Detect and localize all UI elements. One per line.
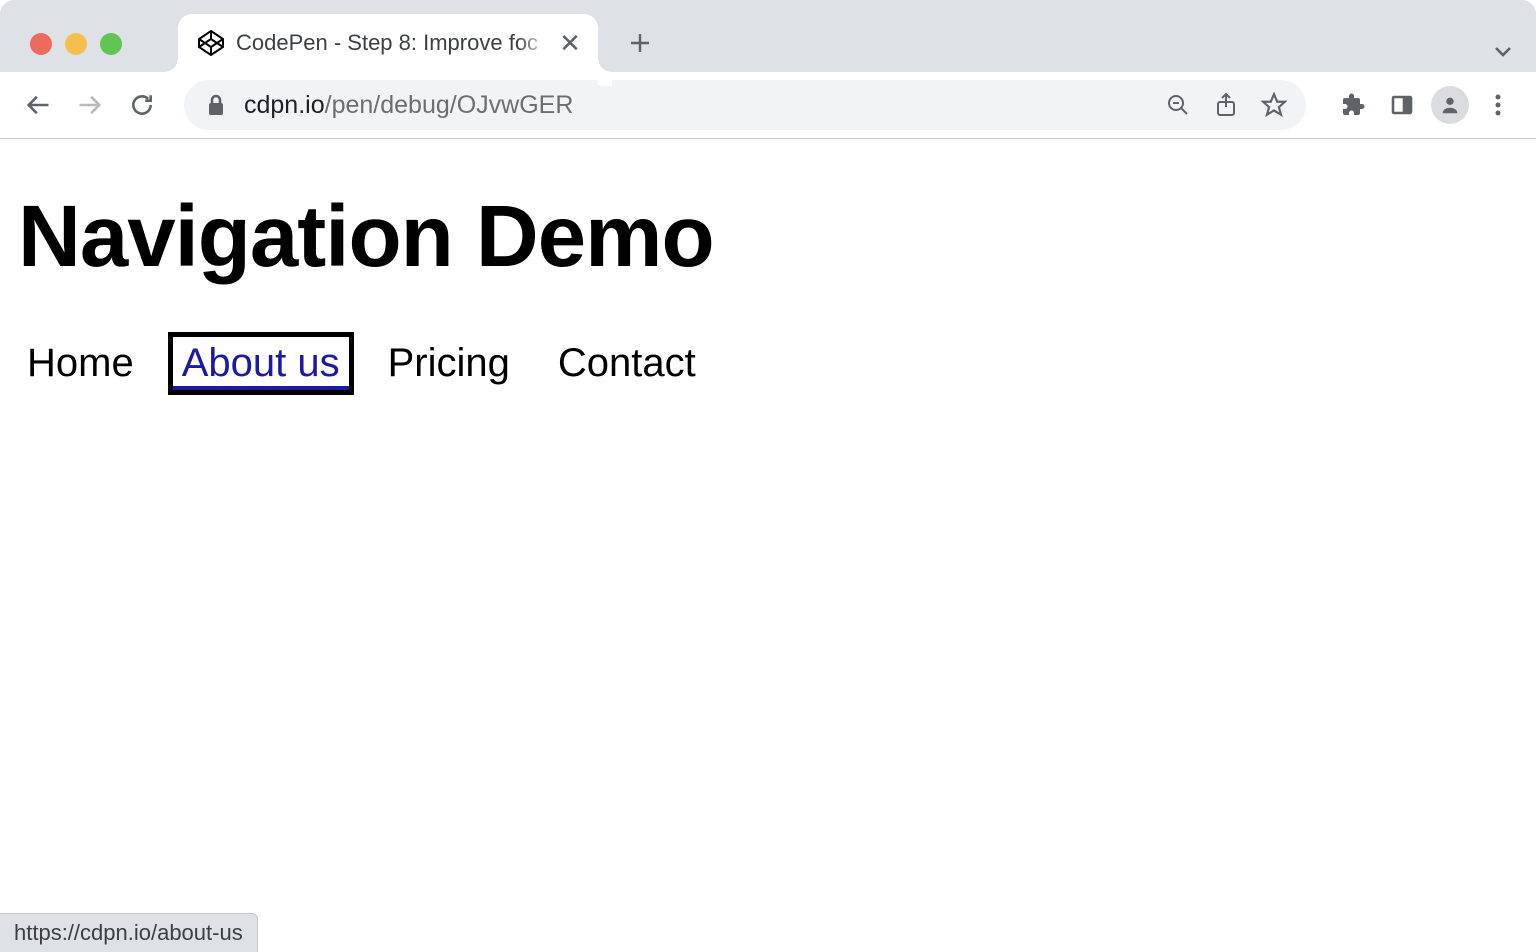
omnibox-actions — [1154, 83, 1298, 127]
profile-button[interactable] — [1428, 83, 1472, 127]
tab-close-button[interactable]: ✕ — [558, 30, 582, 56]
toolbar-right-actions — [1332, 83, 1520, 127]
url-domain: cdpn.io — [244, 91, 325, 119]
browser-chrome: CodePen - Step 8: Improve foc ✕ — [0, 0, 1536, 139]
main-nav: Home About us Pricing Contact — [18, 337, 1516, 390]
back-button[interactable] — [16, 83, 60, 127]
extensions-icon[interactable] — [1332, 83, 1376, 127]
kebab-menu-icon[interactable] — [1476, 83, 1520, 127]
tabs-dropdown-button[interactable] — [1492, 40, 1514, 62]
reload-button[interactable] — [120, 83, 164, 127]
browser-toolbar: cdpn.io/pen/debug/OJvwGER — [0, 72, 1536, 138]
codepen-favicon-icon — [198, 30, 224, 56]
bookmark-star-icon[interactable] — [1250, 83, 1298, 127]
url-path: /pen/debug/OJvwGER — [325, 91, 574, 119]
zoom-out-icon[interactable] — [1154, 83, 1202, 127]
page-content: Navigation Demo Home About us Pricing Co… — [0, 139, 1536, 390]
new-tab-button[interactable] — [618, 21, 662, 65]
window-minimize-button[interactable] — [65, 33, 87, 55]
nav-link-about-us[interactable]: About us — [173, 337, 349, 390]
window-maximize-button[interactable] — [100, 33, 122, 55]
nav-link-contact[interactable]: Contact — [549, 337, 705, 388]
url-text: cdpn.io/pen/debug/OJvwGER — [244, 91, 1154, 120]
forward-button[interactable] — [68, 83, 112, 127]
browser-tab[interactable]: CodePen - Step 8: Improve foc ✕ — [178, 14, 598, 72]
side-panel-icon[interactable] — [1380, 83, 1424, 127]
share-icon[interactable] — [1202, 83, 1250, 127]
window-controls — [30, 33, 122, 55]
avatar-icon — [1431, 86, 1469, 124]
nav-link-pricing[interactable]: Pricing — [379, 337, 519, 388]
address-bar[interactable]: cdpn.io/pen/debug/OJvwGER — [184, 80, 1306, 130]
nav-link-home[interactable]: Home — [18, 337, 143, 388]
page-title: Navigation Demo — [18, 187, 1516, 287]
tab-strip: CodePen - Step 8: Improve foc ✕ — [0, 0, 1536, 72]
window-close-button[interactable] — [30, 33, 52, 55]
lock-icon — [206, 94, 226, 116]
tab-title: CodePen - Step 8: Improve foc — [236, 30, 548, 56]
status-bar: https://cdpn.io/about-us — [0, 913, 258, 952]
